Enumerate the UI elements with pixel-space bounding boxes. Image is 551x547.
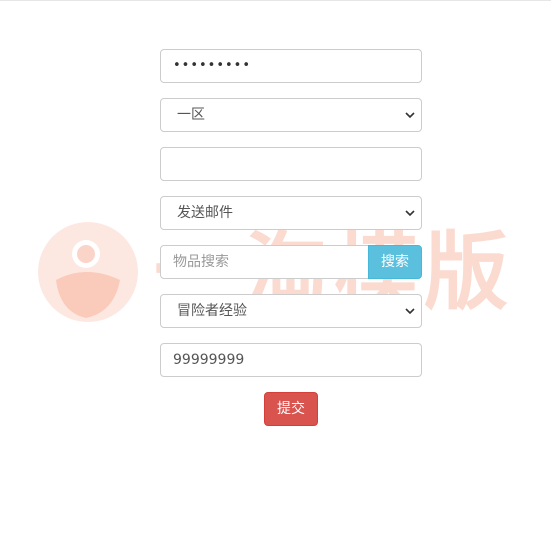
- reward-select-value: 冒险者经验: [177, 303, 247, 319]
- region-select[interactable]: 一区: [160, 98, 422, 132]
- password-mask: •••••••••: [173, 58, 252, 73]
- chevron-down-icon: [405, 308, 415, 315]
- search-button[interactable]: 搜索: [368, 245, 422, 279]
- text-input[interactable]: [160, 147, 422, 181]
- action-select-value: 发送邮件: [177, 205, 233, 221]
- item-search-input[interactable]: 物品搜索: [160, 245, 369, 279]
- region-select-value: 一区: [177, 107, 205, 123]
- chevron-down-icon: [405, 210, 415, 217]
- action-select[interactable]: 发送邮件: [160, 196, 422, 230]
- amount-input-value: 99999999: [173, 352, 245, 368]
- submit-button[interactable]: 提交: [264, 392, 318, 426]
- chevron-down-icon: [405, 112, 415, 119]
- top-border: [0, 0, 551, 1]
- item-search-placeholder: 物品搜索: [173, 254, 229, 270]
- password-field[interactable]: •••••••••: [160, 49, 422, 83]
- reward-select[interactable]: 冒险者经验: [160, 294, 422, 328]
- watermark-logo-icon: [38, 222, 138, 322]
- item-search-group: 物品搜索 搜索: [160, 245, 422, 279]
- amount-input[interactable]: 99999999: [160, 343, 422, 377]
